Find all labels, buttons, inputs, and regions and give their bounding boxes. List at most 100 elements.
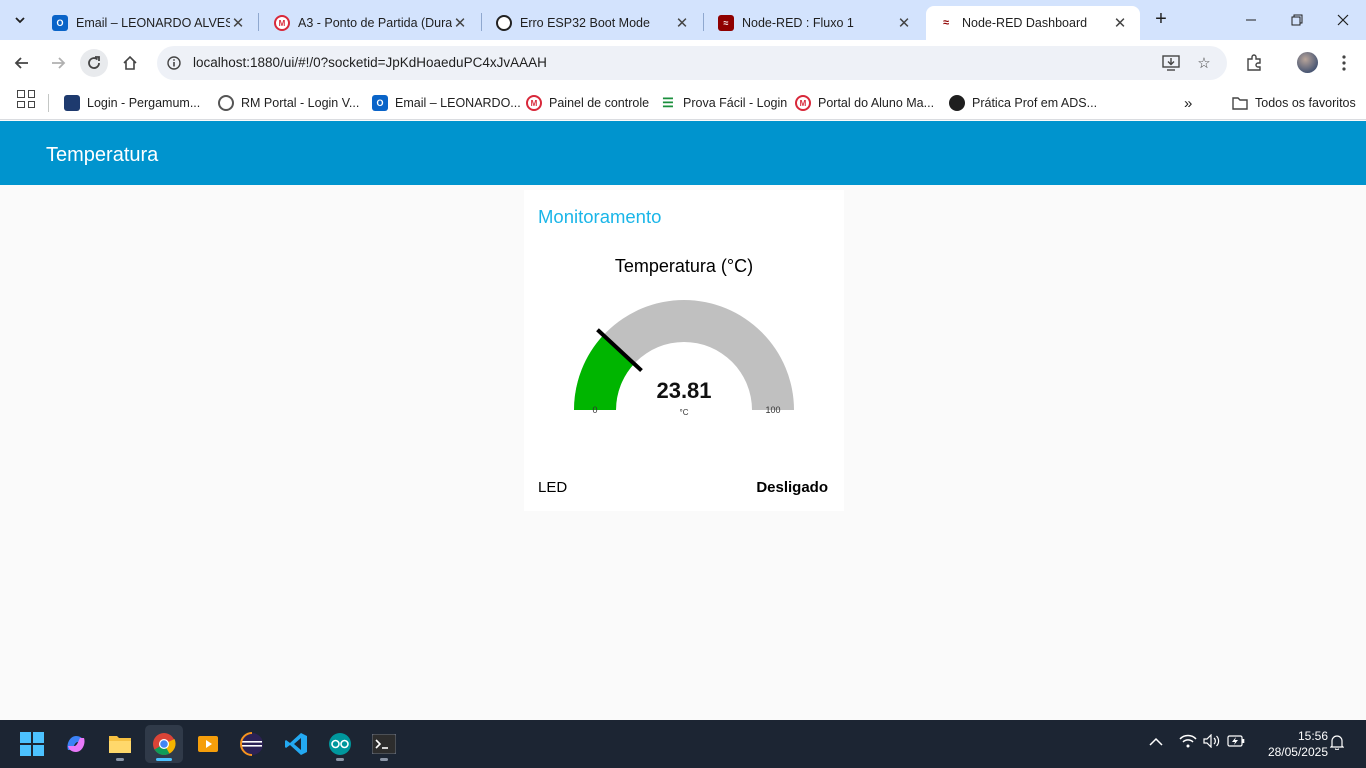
dashboard-header: Temperatura [0, 121, 1366, 185]
reload-button[interactable] [80, 49, 108, 77]
windows-start-button[interactable] [13, 725, 51, 763]
bookmarks-bar: Login - Pergamum... RM Portal - Login V.… [0, 86, 1366, 120]
chevron-up-icon [1149, 737, 1163, 746]
bookmark-label: Prova Fácil - Login [683, 96, 788, 110]
university-m-icon: M [526, 95, 542, 111]
minimize-icon [1246, 19, 1256, 21]
kebab-menu-icon [1342, 55, 1346, 71]
minimize-button[interactable] [1228, 0, 1274, 40]
arrow-left-icon [14, 57, 28, 69]
close-icon[interactable]: ✕ [230, 14, 246, 32]
node-red-icon: ≈ [718, 15, 734, 31]
media-player-button[interactable] [189, 725, 227, 763]
url-text[interactable]: localhost:1880/ui/#!/0?socketid=JpKdHoae… [193, 55, 547, 70]
speaker-icon [1203, 733, 1220, 749]
gauge-value: 23.81 [656, 378, 711, 403]
windows-start-icon [20, 732, 44, 756]
node-red-icon: ≈ [942, 17, 950, 29]
tab-erro-esp32[interactable]: Erro ESP32 Boot Mode ✕ [484, 6, 702, 40]
wifi-status[interactable] [1179, 734, 1197, 751]
clock-date: 28/05/2025 [1267, 745, 1328, 759]
new-tab-button[interactable]: + [1150, 9, 1172, 31]
puzzle-icon [1247, 54, 1261, 71]
clock-time: 15:56 [1297, 729, 1328, 743]
home-button[interactable] [116, 49, 144, 77]
gauge-units: °C [680, 408, 689, 417]
extensions-button[interactable] [1243, 52, 1265, 74]
notifications-button[interactable] [1329, 734, 1345, 753]
arduino-icon [329, 733, 351, 755]
taskbar-clock[interactable]: 15:56 28/05/2025 [1256, 728, 1328, 760]
gauge-max-label: 100 [765, 405, 780, 415]
bookmark-label: Painel de controle [549, 96, 650, 110]
copilot-button[interactable] [57, 725, 95, 763]
file-explorer-icon [109, 736, 131, 753]
volume-status[interactable] [1203, 733, 1221, 751]
close-icon[interactable]: ✕ [1112, 14, 1128, 32]
bookmark-painel[interactable]: M Painel de controle [526, 92, 649, 114]
site-info-icon[interactable] [165, 54, 183, 72]
tab-email[interactable]: O Email – LEONARDO ALVES TE ✕ [40, 6, 258, 40]
tab-title: Erro ESP32 Boot Mode [520, 16, 650, 30]
file-explorer-button[interactable] [101, 725, 139, 763]
all-bookmarks-folder[interactable]: Todos os favoritos [1232, 92, 1356, 114]
page-title: Temperatura [46, 144, 159, 166]
wifi-icon [1179, 734, 1197, 748]
windows-taskbar: 15:56 28/05/2025 [0, 720, 1366, 768]
more-bookmarks-button[interactable]: » [1184, 92, 1192, 114]
close-icon[interactable]: ✕ [452, 14, 468, 32]
bookmark-prova-facil[interactable]: ☰ Prova Fácil - Login [660, 92, 787, 114]
profile-avatar[interactable] [1297, 52, 1318, 73]
eclipse-button[interactable] [233, 725, 271, 763]
vscode-button[interactable] [277, 725, 315, 763]
close-icon[interactable]: ✕ [896, 14, 912, 32]
battery-status[interactable] [1227, 734, 1245, 750]
double-chevron-right-icon: » [1184, 94, 1193, 112]
arduino-button[interactable] [321, 725, 359, 763]
university-m-icon: M [795, 95, 811, 111]
address-bar[interactable]: localhost:1880/ui/#!/0?socketid=JpKdHoae… [157, 46, 1227, 80]
close-window-button[interactable] [1320, 0, 1366, 40]
chrome-icon [153, 733, 176, 755]
running-indicator [116, 758, 124, 761]
university-m-icon: M [274, 15, 290, 31]
forward-button[interactable] [44, 49, 72, 77]
bookmark-pergamum[interactable]: Login - Pergamum... [64, 92, 200, 114]
tab-search-button[interactable] [8, 8, 32, 32]
terminal-button[interactable] [365, 725, 403, 763]
all-bookmarks-label: Todos os favoritos [1255, 96, 1356, 110]
bookmark-pratica-prof[interactable]: Prática Prof em ADS... [949, 92, 1097, 114]
bookmark-email[interactable]: O Email – LEONARDO... [372, 92, 521, 114]
restore-icon [1291, 14, 1303, 26]
running-indicator [156, 758, 172, 761]
github-icon [949, 95, 965, 111]
apps-grid-icon[interactable] [17, 90, 35, 108]
tab-node-red-dashboard[interactable]: ≈ Node-RED Dashboard ✕ [926, 6, 1140, 40]
install-app-icon[interactable] [1161, 53, 1181, 73]
tab-node-red-fluxo[interactable]: ≈ Node-RED : Fluxo 1 ✕ [706, 6, 924, 40]
globe-icon [218, 95, 234, 111]
menu-button[interactable] [1333, 52, 1355, 74]
led-label: LED [538, 479, 568, 496]
gauge-min-label: 0 [592, 405, 597, 415]
list-icon: ☰ [662, 95, 674, 110]
eclipse-icon [240, 732, 263, 756]
show-hidden-icons-button[interactable] [1149, 734, 1163, 750]
bookmark-rm-portal[interactable]: RM Portal - Login V... [218, 92, 359, 114]
restore-button[interactable] [1274, 0, 1320, 40]
tab-a3[interactable]: M A3 - Ponto de Partida (Duraç ✕ [262, 6, 480, 40]
bookmark-portal-aluno[interactable]: M Portal do Aluno Ma... [795, 92, 934, 114]
chrome-button[interactable] [145, 725, 183, 763]
running-indicator [336, 758, 344, 761]
bookmark-star-icon[interactable]: ☆ [1194, 53, 1214, 73]
back-button[interactable] [8, 49, 36, 77]
tab-title: Node-RED : Fluxo 1 [742, 16, 854, 30]
running-indicator [380, 758, 388, 761]
bookmark-label: Login - Pergamum... [87, 96, 201, 110]
led-status: Desligado [756, 479, 828, 496]
close-icon[interactable]: ✕ [674, 14, 690, 32]
arrow-right-icon [52, 57, 66, 69]
terminal-icon [372, 734, 396, 754]
tab-separator [258, 13, 259, 31]
bookmark-label: RM Portal - Login V... [241, 96, 360, 110]
